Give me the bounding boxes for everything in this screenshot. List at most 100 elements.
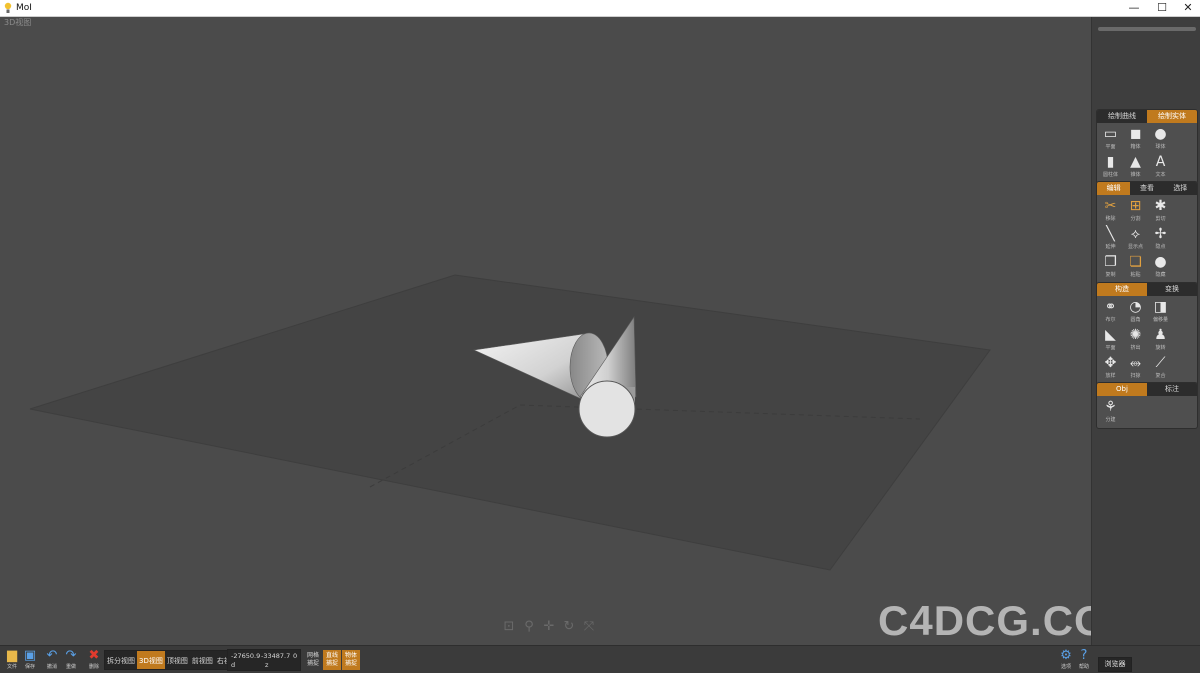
view-button-2[interactable]: 顶视图 [165, 651, 190, 669]
draw-panel-tab-0[interactable]: 绘制曲线 [1097, 110, 1147, 123]
extend-tool-button[interactable]: ╲ 延伸 [1098, 225, 1123, 253]
draw-panel-tabs: 绘制曲线 绘制实体 [1097, 110, 1197, 123]
planar-tool-button[interactable]: ◣ 平面 [1098, 326, 1123, 354]
options-button[interactable]: ⚙ 选项 [1056, 648, 1076, 673]
reset-view-icon[interactable]: ⤧ [580, 618, 598, 636]
save-icon: ▣ [23, 648, 37, 663]
lightbulb-icon [4, 2, 12, 13]
tool-label: 平面 [1105, 144, 1116, 150]
split-tool-button[interactable]: ⊞ 分割 [1123, 197, 1148, 225]
blend-icon: ⟋ [1155, 355, 1166, 371]
edit-panel-tab-2[interactable]: 选择 [1164, 182, 1197, 195]
sweep-icon: ⥈ [1129, 355, 1142, 371]
tool-label: 球体 [1155, 144, 1166, 150]
extrude-tool-button[interactable]: ✺ 挤出 [1123, 326, 1148, 354]
panel-scroll-bar[interactable] [1098, 27, 1196, 31]
hide-icon: ● [1154, 254, 1167, 270]
draw-panel-tools: ▭ 平面 ◼ 箱体 ● 球体 ▮ 圆柱体 ▲ 锥体 A 文本 [1097, 123, 1197, 183]
minimize-icon[interactable]: — [1120, 0, 1148, 17]
edit-panel-tab-0[interactable]: 编辑 [1097, 182, 1131, 195]
right-tool-panel: 绘制曲线 绘制实体 ▭ 平面 ◼ 箱体 ● 球体 ▮ 圆柱体 ▲ 锥体 A 文本 编辑 查看 选择 ✂ 移除 ⊞… [1091, 17, 1200, 645]
obj-panel-tab-1[interactable]: 标注 [1147, 383, 1197, 396]
snap-label: 捕捉 [306, 660, 319, 667]
paste-tool-button[interactable]: ❏ 粘贴 [1123, 253, 1148, 281]
browser-button[interactable]: 浏览器 [1098, 657, 1132, 672]
blend-tool-button[interactable]: ⟋ 复合 [1148, 354, 1173, 382]
rotate-icon[interactable]: ↻ [560, 618, 578, 636]
gear-icon: ⚙ [1060, 648, 1072, 663]
z-input-label[interactable]: z [265, 661, 268, 670]
close-icon[interactable]: ✕ [1174, 0, 1200, 17]
snap-label: 捕捉 [344, 660, 357, 667]
box-icon: ◼ [1129, 126, 1142, 142]
zoom-window-icon[interactable]: ⊡ [500, 618, 518, 636]
cylinder-tool-button[interactable]: ▮ 圆柱体 [1098, 153, 1123, 181]
moi-app: MoI — ☐ ✕ 3D视图 ⊡ ⚲ ✛ ↻ ⤧ C4DCG.C 绘制曲线 绘制… [0, 0, 1200, 673]
hide-tool-button[interactable]: ● 隐藏 [1148, 253, 1173, 281]
ground-plane [29, 274, 991, 571]
snap-toggle-0[interactable]: 网格 捕捉 [304, 650, 322, 670]
edit-panel-tabs: 编辑 查看 选择 [1097, 182, 1197, 195]
sweep-tool-button[interactable]: ⥈ 扫掠 [1123, 354, 1148, 382]
save-button[interactable]: ▣ 保存 [20, 648, 40, 673]
undo-icon: ↶ [46, 648, 58, 663]
offset-icon: ◨ [1153, 299, 1168, 315]
loft-tool-button[interactable]: ✥ 放样 [1098, 354, 1123, 382]
cut-tool-button[interactable]: ✱ 剪切 [1148, 197, 1173, 225]
new-object-tool-button[interactable]: ⚘ 分建 [1098, 398, 1123, 426]
cone-tool-button[interactable]: ▲ 锥体 [1123, 153, 1148, 181]
copy-icon: ❐ [1104, 254, 1117, 270]
show-points-tool-button[interactable]: ⟡ 显示点 [1123, 225, 1148, 253]
tool-label: 锥体 [1130, 172, 1141, 178]
snap-toggle-2[interactable]: 物体 捕捉 [342, 650, 360, 670]
obj-panel-tab-0[interactable]: Obj [1097, 383, 1147, 396]
help-button[interactable]: ? 帮助 [1074, 648, 1094, 673]
box-tool-button[interactable]: ◼ 箱体 [1123, 125, 1148, 153]
tool-label: 粘贴 [1130, 272, 1141, 278]
file-button[interactable]: ▆ 文件 [2, 648, 22, 673]
snap-label: 捕捉 [325, 660, 338, 667]
distance-input-label[interactable]: d [231, 661, 235, 670]
scene-canvas[interactable] [0, 17, 1091, 645]
trim-tool-button[interactable]: ✂ 移除 [1098, 197, 1123, 225]
maximize-icon[interactable]: ☐ [1148, 0, 1176, 17]
text-tool-button[interactable]: A 文本 [1148, 153, 1173, 181]
plane-tool-button[interactable]: ▭ 平面 [1098, 125, 1123, 153]
delete-button[interactable]: ✖ 删除 [84, 648, 104, 673]
tool-label: 平面 [1105, 345, 1116, 351]
help-icon: ? [1080, 648, 1088, 663]
tool-label: 分割 [1130, 216, 1141, 222]
hide-points-tool-button[interactable]: ✢ 隐点 [1148, 225, 1173, 253]
fillet-tool-button[interactable]: ◔ 圆角 [1123, 298, 1148, 326]
zoom-icon[interactable]: ⚲ [520, 618, 538, 636]
construct-panel-tab-1[interactable]: 变换 [1147, 283, 1197, 296]
snap-label: 网格 [306, 652, 319, 659]
tool-label: 布尔 [1105, 317, 1116, 323]
pan-icon[interactable]: ✛ [540, 618, 558, 636]
undo-button[interactable]: ↶ 撤消 [42, 648, 62, 673]
revolve-tool-button[interactable]: ♟ 旋转 [1148, 326, 1173, 354]
copy-tool-button[interactable]: ❐ 复制 [1098, 253, 1123, 281]
tool-label: 圆角 [1130, 317, 1141, 323]
tool-label: 隐点 [1155, 244, 1166, 250]
redo-icon: ↷ [65, 648, 77, 663]
boolean-tool-button[interactable]: ⚭ 布尔 [1098, 298, 1123, 326]
obj-panel-tabs: Obj 标注 [1097, 383, 1197, 396]
view-button-0[interactable]: 拆分视图 [105, 651, 137, 669]
coord-x: -27650.9 [231, 652, 261, 660]
offset-tool-button[interactable]: ◨ 偏移量 [1148, 298, 1173, 326]
snap-toggle-1[interactable]: 直线 捕捉 [323, 650, 341, 670]
edit-panel-tab-1[interactable]: 查看 [1130, 182, 1163, 195]
view-button-3[interactable]: 前视图 [190, 651, 215, 669]
snap-label: 直线 [325, 652, 338, 659]
view-button-1[interactable]: 3D视图 [137, 651, 165, 669]
construct-panel-tab-0[interactable]: 构造 [1097, 283, 1147, 296]
redo-button[interactable]: ↷ 重做 [61, 648, 81, 673]
tool-label: 箱体 [1130, 144, 1141, 150]
sphere-tool-button[interactable]: ● 球体 [1148, 125, 1173, 153]
coord-z: 0 [293, 652, 298, 660]
draw-panel-tab-1[interactable]: 绘制实体 [1147, 110, 1197, 123]
trim-icon: ✂ [1104, 198, 1117, 214]
view-nav-tools: ⊡ ⚲ ✛ ↻ ⤧ [500, 618, 598, 638]
3d-viewport[interactable]: 3D视图 ⊡ ⚲ ✛ ↻ ⤧ C4DCG.COM [0, 17, 1091, 645]
